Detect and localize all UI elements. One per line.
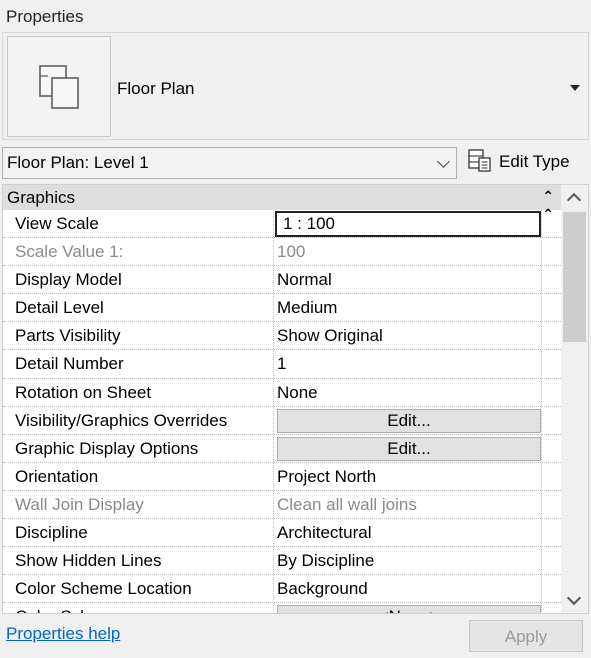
column-divider	[273, 434, 274, 462]
column-divider	[541, 238, 542, 266]
instance-filter-dropdown[interactable]: Floor Plan: Level 1	[2, 147, 457, 179]
property-value[interactable]: By Discipline	[277, 551, 541, 573]
column-divider	[273, 322, 274, 350]
property-row[interactable]: Detail Number 1	[3, 350, 561, 379]
column-divider	[541, 603, 542, 613]
column-divider	[273, 210, 274, 238]
floor-plan-icon	[7, 36, 111, 137]
property-name: Discipline	[15, 523, 88, 543]
property-row[interactable]: Color Scheme <None>	[3, 603, 561, 613]
property-row[interactable]: Wall Join Display Clean all wall joins	[3, 490, 561, 520]
edit-type-button[interactable]: Edit Type	[465, 147, 589, 177]
column-divider	[273, 547, 274, 575]
type-selector[interactable]: Floor Plan	[2, 32, 589, 140]
instance-filter-value: Floor Plan: Level 1	[7, 153, 149, 172]
property-row[interactable]: Rotation on Sheet None	[3, 378, 561, 407]
property-name: Orientation	[15, 466, 99, 486]
property-name: Scale Value 1:	[15, 242, 124, 262]
column-divider	[541, 210, 542, 238]
property-row[interactable]: Discipline Architectural	[3, 519, 561, 548]
edit-type-icon	[467, 147, 493, 178]
type-name: Floor Plan	[117, 79, 195, 98]
property-rows: View Scale 1 : 100 Scale Value 1: 100 Displa…	[3, 210, 561, 613]
column-divider	[273, 350, 274, 378]
property-name: Color Scheme	[15, 607, 271, 613]
column-divider	[273, 519, 274, 547]
column-divider	[541, 322, 542, 350]
property-value[interactable]: Medium	[277, 298, 541, 320]
property-value: Clean all wall joins	[277, 494, 417, 514]
property-name: View Scale	[15, 214, 99, 233]
scroll-down-arrow-icon[interactable]	[566, 590, 582, 606]
column-divider	[541, 378, 542, 406]
property-value[interactable]: Background	[277, 579, 541, 601]
column-divider	[273, 406, 274, 434]
property-value[interactable]: Show Original	[277, 326, 541, 348]
column-divider	[541, 266, 542, 294]
property-value[interactable]: Project North	[277, 467, 541, 489]
property-value[interactable]: Normal	[277, 270, 541, 292]
scroll-up-arrow-icon[interactable]	[566, 192, 582, 208]
property-name: Graphic Display Options	[15, 438, 199, 458]
property-row[interactable]: Display Model Normal	[3, 266, 561, 295]
property-name: Wall Join Display	[15, 494, 144, 514]
property-row[interactable]: Show Hidden Lines By Discipline	[3, 547, 561, 576]
column-divider	[273, 238, 274, 266]
property-name: Detail Number	[15, 354, 124, 374]
property-name: Show Hidden Lines	[15, 551, 162, 571]
property-value[interactable]: None	[277, 383, 541, 405]
scroll-thumb[interactable]	[563, 212, 586, 342]
property-value[interactable]: 1	[277, 354, 541, 376]
column-divider	[273, 378, 274, 406]
column-divider	[541, 547, 542, 575]
property-edit-button[interactable]: Edit...	[277, 436, 541, 461]
property-value: 100	[277, 242, 306, 262]
group-label: Graphics	[7, 188, 76, 207]
column-divider	[541, 434, 542, 462]
column-divider	[273, 575, 274, 603]
apply-button[interactable]: Apply	[469, 620, 583, 652]
property-row[interactable]: Orientation Project North	[3, 462, 561, 491]
property-row[interactable]: Visibility/Graphics Overrides Edit...	[3, 406, 561, 435]
property-name: Display Model	[15, 270, 122, 290]
properties-help-link[interactable]: Properties help	[6, 624, 120, 644]
property-row[interactable]: Scale Value 1: 100	[3, 238, 561, 267]
column-divider	[273, 294, 274, 322]
column-divider	[541, 575, 542, 603]
column-divider	[273, 266, 274, 294]
property-name: Parts Visibility	[15, 326, 121, 346]
column-divider	[541, 350, 542, 378]
column-divider	[273, 462, 274, 490]
property-row[interactable]: Detail Level Medium	[3, 294, 561, 323]
property-row[interactable]: Parts Visibility Show Original	[3, 322, 561, 351]
column-divider	[541, 406, 542, 434]
property-name: Detail Level	[15, 298, 104, 318]
column-divider	[273, 603, 274, 613]
column-divider	[541, 519, 542, 547]
property-name: Rotation on Sheet	[15, 382, 152, 402]
column-divider	[541, 462, 542, 490]
chevron-down-icon	[437, 155, 450, 168]
property-value[interactable]: 1 : 100	[275, 211, 541, 237]
group-header-graphics[interactable]: Graphics ⌃ ⌃	[3, 185, 561, 222]
property-edit-button[interactable]: Edit...	[277, 408, 541, 433]
panel-title: Properties	[6, 7, 84, 26]
vertical-scrollbar[interactable]	[561, 185, 588, 613]
column-divider	[541, 490, 542, 519]
property-name: Color Scheme Location	[15, 579, 192, 599]
properties-grid: Graphics ⌃ ⌃ View Scale 1 : 100 Scale Value…	[2, 184, 589, 614]
property-row[interactable]: Color Scheme Location Background	[3, 575, 561, 604]
property-row[interactable]: Graphic Display Options Edit...	[3, 434, 561, 463]
edit-type-label: Edit Type	[499, 152, 570, 171]
column-divider	[273, 490, 274, 519]
property-value[interactable]: Architectural	[277, 523, 541, 545]
property-edit-button[interactable]: <None>	[277, 605, 541, 613]
property-row[interactable]: View Scale 1 : 100	[3, 210, 561, 239]
type-dropdown-arrow-icon[interactable]	[570, 85, 580, 91]
property-name: Visibility/Graphics Overrides	[15, 410, 228, 430]
column-divider	[541, 294, 542, 322]
